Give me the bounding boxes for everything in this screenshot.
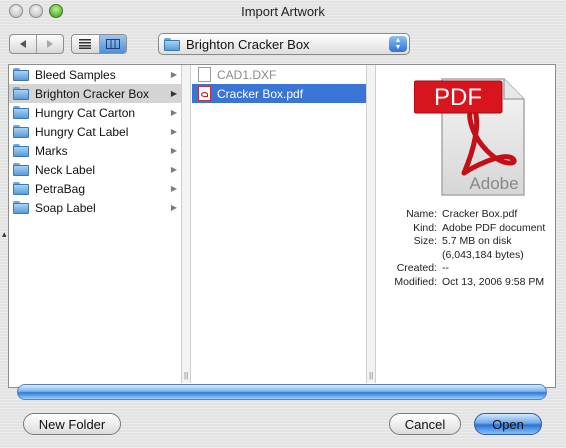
list-item: CAD1.DXF [192,65,366,84]
list-item-label: Bleed Samples [35,67,116,82]
folder-icon [164,37,180,51]
back-arrow-icon [20,40,27,48]
info-value: Cracker Box.pdf [442,208,518,220]
window-title: Import Artwork [241,4,325,19]
list-item[interactable]: Brighton Cracker Box ▶ [9,84,181,103]
folder-icon [13,125,29,138]
import-artwork-dialog: Import Artwork Brighton Cracker Box ▲ ▼ … [0,0,566,448]
cancel-button[interactable]: Cancel [389,413,461,435]
back-button[interactable] [10,35,36,53]
list-item-label: Brighton Cracker Box [35,86,150,101]
info-label: Name: [406,208,437,220]
info-label: Created: [396,262,437,274]
disclosure-arrow-icon: ▶ [170,165,177,174]
location-label: Brighton Cracker Box [186,36,310,52]
navigation-segmented-control [9,34,64,54]
folder-icon [13,106,29,119]
list-item[interactable]: Hungry Cat Label ▶ [9,122,181,141]
list-item[interactable]: PetraBag ▶ [9,179,181,198]
column-resize-handle[interactable]: || [181,65,191,383]
folder-icon [13,163,29,176]
info-value: Oct 13, 2006 9:58 PM [442,275,545,288]
folder-icon [13,182,29,195]
disclosure-arrow-icon: ▶ [170,203,177,212]
info-row-name: Name: Cracker Box.pdf [376,208,555,222]
forward-arrow-icon [47,40,54,48]
open-button[interactable]: Open [474,413,542,435]
info-row-modified: Modified: Oct 13, 2006 9:58 PM [376,276,555,290]
pdf-badge-label: PDF [434,84,482,111]
disclosure-arrow-icon: ▶ [170,108,177,117]
list-item-label: Hungry Cat Carton [35,105,136,120]
list-item[interactable]: Cracker Box.pdf [192,84,366,103]
list-item-label: Soap Label [35,200,96,215]
column-browser: Bleed Samples ▶ Brighton Cracker Box ▶ H… [8,64,556,388]
info-value: Adobe PDF document [442,221,546,234]
file-preview-pane: PDF Adobe Name: Cracker Box.pdf Kind: Ad… [376,65,555,383]
list-item[interactable]: Soap Label ▶ [9,198,181,217]
list-item[interactable]: Hungry Cat Carton ▶ [9,103,181,122]
list-item[interactable]: Neck Label ▶ [9,160,181,179]
file-column: CAD1.DXF Cracker Box.pdf [192,65,366,383]
info-label: Kind: [413,221,437,234]
list-item-label: Neck Label [35,162,96,177]
info-value: -- [442,262,449,274]
column-view-button[interactable] [98,35,126,53]
location-popup[interactable]: Brighton Cracker Box ▲ ▼ [158,33,410,55]
disclosure-arrow-icon: ▶ [170,70,177,79]
info-row-size: Size: 5.7 MB on disk (6,043,184 bytes) [376,235,555,262]
info-row-kind: Kind: Adobe PDF document [376,222,555,236]
adobe-wordmark: Adobe [469,174,518,193]
column-view-icon [105,39,120,49]
file-info: Name: Cracker Box.pdf Kind: Adobe PDF do… [376,208,555,289]
pdf-document-icon: PDF Adobe [414,78,525,196]
new-folder-button[interactable]: New Folder [23,413,121,435]
folder-icon [13,87,29,100]
forward-button[interactable] [36,35,63,53]
popup-chevron-icon: ▲ ▼ [389,36,407,52]
list-view-icon [79,39,92,49]
folder-icon [13,68,29,81]
list-item-label: PetraBag [35,181,86,196]
resize-arrow-icon: ▴ [2,229,7,239]
info-row-created: Created: -- [376,262,555,276]
list-item-label: Hungry Cat Label [35,124,129,139]
list-view-button[interactable] [72,35,99,53]
folder-column: Bleed Samples ▶ Brighton Cracker Box ▶ H… [9,65,181,383]
folder-icon [13,201,29,214]
info-value: 5.7 MB on disk (6,043,184 bytes) [442,235,524,261]
folder-icon [13,144,29,157]
list-item-label: Cracker Box.pdf [217,86,304,101]
column-resize-handle[interactable]: || [366,65,376,383]
horizontal-scrollbar[interactable] [17,384,547,400]
list-item[interactable]: Bleed Samples ▶ [9,65,181,84]
document-icon [198,67,211,82]
disclosure-arrow-icon: ▶ [170,89,177,98]
list-item-label: Marks [35,143,68,158]
disclosure-arrow-icon: ▶ [170,184,177,193]
disclosure-arrow-icon: ▶ [170,146,177,155]
list-item-label: CAD1.DXF [217,67,277,82]
info-label: Modified: [394,275,437,288]
pdf-file-icon [198,86,211,101]
view-mode-segmented-control [71,34,127,54]
info-label: Size: [413,235,437,247]
list-item[interactable]: Marks ▶ [9,141,181,160]
title-bar: Import Artwork [0,0,566,22]
disclosure-arrow-icon: ▶ [170,127,177,136]
